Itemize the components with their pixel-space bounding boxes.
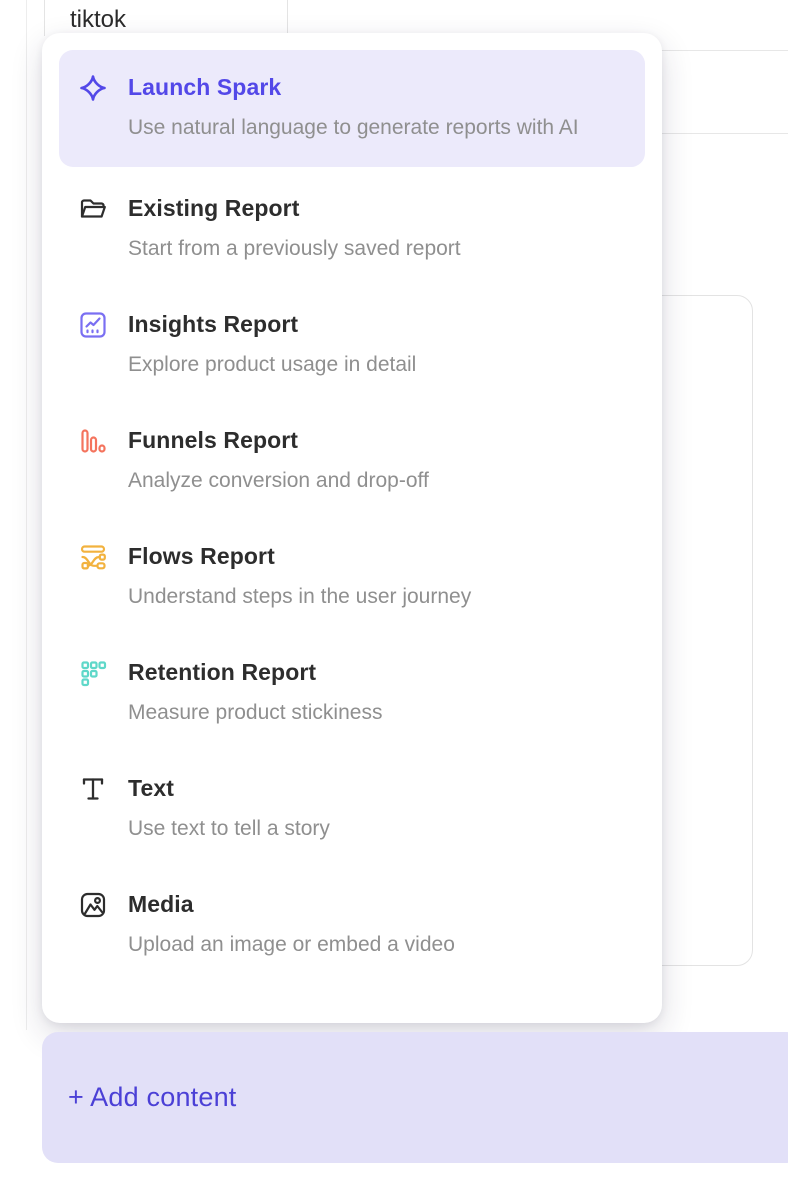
text-icon bbox=[78, 774, 108, 804]
menu-item-title: Insights Report bbox=[128, 309, 645, 339]
menu-item-launch-spark[interactable]: Launch Spark Use natural language to gen… bbox=[59, 50, 645, 167]
menu-item-description: Upload an image or embed a video bbox=[128, 929, 645, 960]
menu-item-description: Analyze conversion and drop-off bbox=[128, 465, 645, 496]
add-content-button[interactable]: + Add content bbox=[42, 1032, 788, 1163]
retention-grid-icon bbox=[78, 658, 108, 688]
table-row-border bbox=[648, 50, 788, 51]
menu-item-media[interactable]: Media Upload an image or embed a video bbox=[59, 889, 645, 960]
menu-item-existing-report[interactable]: Existing Report Start from a previously … bbox=[59, 193, 645, 264]
menu-item-description: Use text to tell a story bbox=[128, 813, 645, 844]
menu-item-title: Text bbox=[128, 773, 645, 803]
board-editor-screen: tiktok Launch Spark Use natural language… bbox=[0, 0, 788, 1200]
table-column-border bbox=[287, 0, 288, 36]
spark-icon bbox=[78, 73, 108, 103]
menu-item-title: Retention Report bbox=[128, 657, 645, 687]
insights-chart-icon bbox=[78, 310, 108, 340]
add-content-label: + Add content bbox=[68, 1082, 237, 1113]
menu-item-text[interactable]: Text Use text to tell a story bbox=[59, 773, 645, 844]
menu-item-description: Use natural language to generate reports… bbox=[128, 112, 610, 143]
folder-open-icon bbox=[78, 194, 108, 224]
menu-item-title: Flows Report bbox=[128, 541, 645, 571]
menu-item-insights-report[interactable]: Insights Report Explore product usage in… bbox=[59, 309, 645, 380]
menu-item-retention-report[interactable]: Retention Report Measure product stickin… bbox=[59, 657, 645, 728]
table-column-border bbox=[44, 0, 45, 36]
menu-item-funnels-report[interactable]: Funnels Report Analyze conversion and dr… bbox=[59, 425, 645, 496]
menu-item-description: Explore product usage in detail bbox=[128, 349, 645, 380]
menu-item-flows-report[interactable]: Flows Report Understand steps in the use… bbox=[59, 541, 645, 612]
menu-item-description: Measure product stickiness bbox=[128, 697, 645, 728]
menu-item-title: Existing Report bbox=[128, 193, 645, 223]
table-cell-text: tiktok bbox=[70, 6, 126, 34]
menu-item-title: Launch Spark bbox=[128, 72, 621, 102]
table-column-border bbox=[26, 0, 27, 1030]
menu-item-title: Funnels Report bbox=[128, 425, 645, 455]
menu-item-title: Media bbox=[128, 889, 645, 919]
funnel-bars-icon bbox=[78, 426, 108, 456]
flows-icon bbox=[78, 542, 108, 572]
menu-item-description: Start from a previously saved report bbox=[128, 233, 645, 264]
media-image-icon bbox=[78, 890, 108, 920]
add-content-menu: Launch Spark Use natural language to gen… bbox=[42, 33, 662, 1023]
table-row-border bbox=[648, 133, 788, 134]
menu-item-description: Understand steps in the user journey bbox=[128, 581, 645, 612]
